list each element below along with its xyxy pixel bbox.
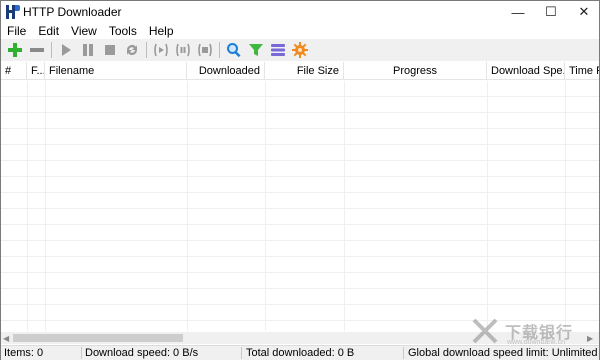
toolbar-separator — [146, 42, 147, 58]
status-items: Items: 0 — [4, 347, 44, 359]
play-icon — [62, 44, 71, 56]
close-button[interactable]: ✕ — [567, 1, 600, 23]
stop-icon — [105, 45, 115, 55]
minus-icon — [30, 48, 44, 52]
download-list[interactable]: # F... Filename Downloaded File Size Pro… — [1, 62, 599, 332]
list-header: # F... Filename Downloaded File Size Pro… — [1, 62, 599, 80]
list-icon — [271, 44, 285, 56]
stop-all-icon — [198, 43, 212, 57]
column-flags[interactable]: F... — [27, 62, 45, 80]
pause-icon — [83, 44, 93, 56]
status-divider — [241, 347, 242, 359]
status-total-downloaded: Total downloaded: 0 B — [246, 347, 355, 359]
search-icon — [227, 43, 241, 58]
list-rows — [1, 81, 599, 331]
column-progress[interactable]: Progress — [344, 62, 487, 80]
grid-line — [45, 81, 46, 331]
menu-edit[interactable]: Edit — [32, 23, 65, 39]
scroll-left-arrow-icon[interactable]: ◀ — [3, 334, 9, 343]
filter-icon — [249, 44, 263, 56]
status-bar: Items: 0 Download speed: 0 B/s Total dow… — [1, 345, 599, 360]
options-button[interactable] — [289, 39, 311, 61]
start-all-button[interactable] — [150, 39, 172, 61]
toolbar-separator — [51, 42, 52, 58]
toolbar — [1, 39, 599, 61]
menu-tools[interactable]: Tools — [103, 23, 143, 39]
column-file-size[interactable]: File Size — [265, 62, 344, 80]
pause-all-button[interactable] — [172, 39, 194, 61]
pause-all-icon — [176, 43, 190, 57]
add-download-button[interactable] — [4, 39, 26, 61]
scrollbar-thumb[interactable] — [13, 334, 183, 342]
menu-bar: File Edit View Tools Help — [1, 23, 180, 39]
menu-view[interactable]: View — [65, 23, 103, 39]
grid-line — [265, 81, 266, 331]
status-divider — [403, 347, 404, 359]
column-downloaded[interactable]: Downloaded — [187, 62, 265, 80]
grid-line — [187, 81, 188, 331]
column-download-speed[interactable]: Download Spe... — [487, 62, 565, 80]
status-download-speed: Download speed: 0 B/s — [85, 347, 199, 359]
stop-all-button[interactable] — [194, 39, 216, 61]
maximize-button[interactable]: ☐ — [534, 1, 568, 23]
app-window: HTTP Downloader — ☐ ✕ File Edit View Too… — [0, 0, 600, 360]
grid-line — [565, 81, 566, 331]
column-time-remaining[interactable]: Time Re... — [565, 62, 599, 80]
minimize-button[interactable]: — — [501, 1, 535, 23]
title-bar: HTTP Downloader — ☐ ✕ — [1, 1, 599, 23]
status-speed-limit: Global download speed limit: Unlimited — [408, 347, 598, 359]
grid-line — [344, 81, 345, 331]
status-divider — [81, 347, 82, 359]
restart-button[interactable] — [121, 39, 143, 61]
remove-download-button[interactable] — [26, 39, 48, 61]
site-manager-button[interactable] — [267, 39, 289, 61]
watermark-logo-icon — [472, 318, 498, 344]
toolbar-separator — [219, 42, 220, 58]
menu-file[interactable]: File — [1, 23, 32, 39]
watermark: 下载银行 www.downbank.cn — [471, 317, 596, 347]
app-logo-icon — [6, 5, 20, 19]
grid-line — [27, 81, 28, 331]
stop-button[interactable] — [99, 39, 121, 61]
column-filename[interactable]: Filename — [45, 62, 187, 80]
window-title: HTTP Downloader — [23, 5, 122, 19]
refresh-icon — [127, 45, 137, 55]
menu-help[interactable]: Help — [143, 23, 180, 39]
plus-icon — [8, 43, 22, 57]
filter-button[interactable] — [245, 39, 267, 61]
start-all-icon — [154, 43, 168, 57]
start-button[interactable] — [55, 39, 77, 61]
search-button[interactable] — [223, 39, 245, 61]
gear-icon — [292, 42, 308, 58]
pause-button[interactable] — [77, 39, 99, 61]
grid-line — [487, 81, 488, 331]
column-number[interactable]: # — [1, 62, 27, 80]
